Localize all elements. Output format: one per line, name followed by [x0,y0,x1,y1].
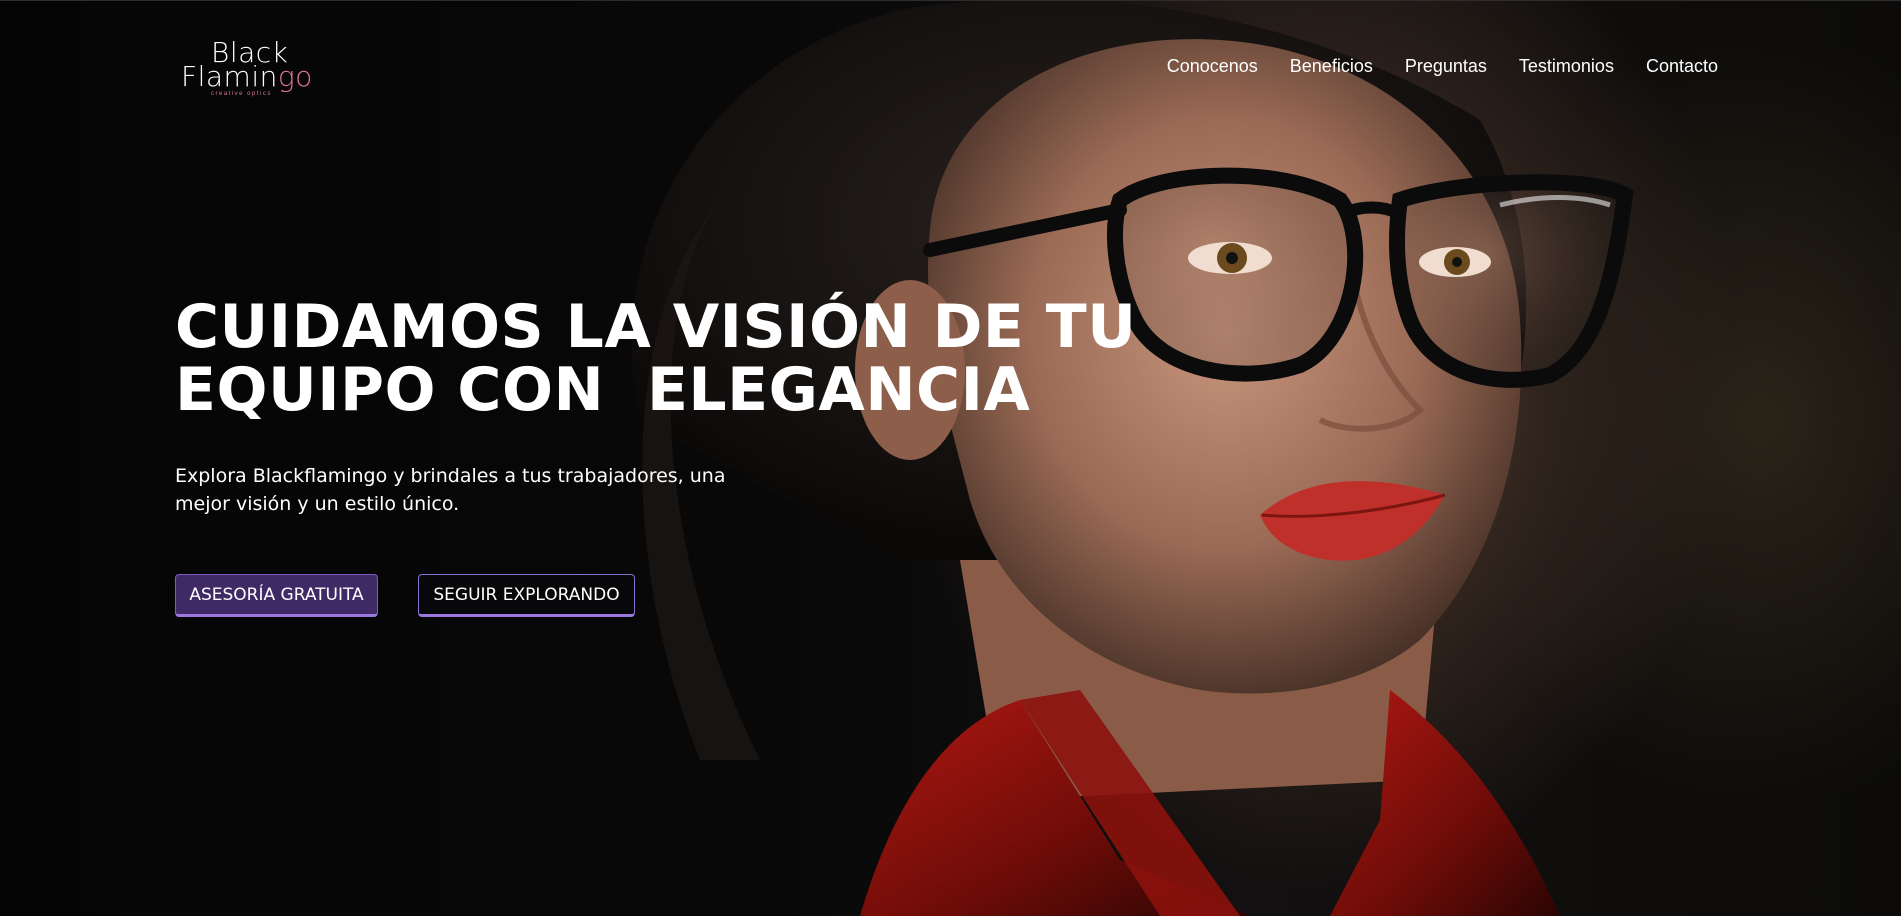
hero-headline-line2: EQUIPO CON ELEGANCIA [175,355,1031,425]
hero-subtitle: Explora Blackflamingo y brindales a tus … [175,465,726,515]
brand-logo[interactable]: Black Flamingo creative optics [181,36,321,100]
logo-tagline: creative optics [211,91,272,97]
hero-portrait-image [631,0,1634,916]
hero-headline-line1: CUIDAMOS LA VISIÓN DE TU [175,292,1137,362]
nav-item-contacto[interactable]: Contacto [1646,56,1718,77]
nav-item-beneficios[interactable]: Beneficios [1290,56,1373,77]
hero-section: Black Flamingo creative optics Conocenos… [0,0,1901,916]
nav-item-preguntas[interactable]: Preguntas [1405,56,1487,77]
main-nav: Conocenos Beneficios Preguntas Testimoni… [1167,56,1718,77]
logo-word-flamingo-main: Flamin [181,60,278,93]
logo-word-flamingo-accent: go [277,60,313,93]
nav-item-conocenos[interactable]: Conocenos [1167,56,1258,77]
top-border [0,0,1901,1]
free-consultation-button[interactable]: ASESORÍA GRATUITA [175,574,378,617]
logo-word-flamingo: Flamingo [181,60,313,93]
hero-headline: CUIDAMOS LA VISIÓN DE TU EQUIPO CON ELEG… [175,292,1137,425]
nav-item-testimonios[interactable]: Testimonios [1519,56,1614,77]
keep-exploring-button[interactable]: SEGUIR EXPLORANDO [418,574,635,617]
